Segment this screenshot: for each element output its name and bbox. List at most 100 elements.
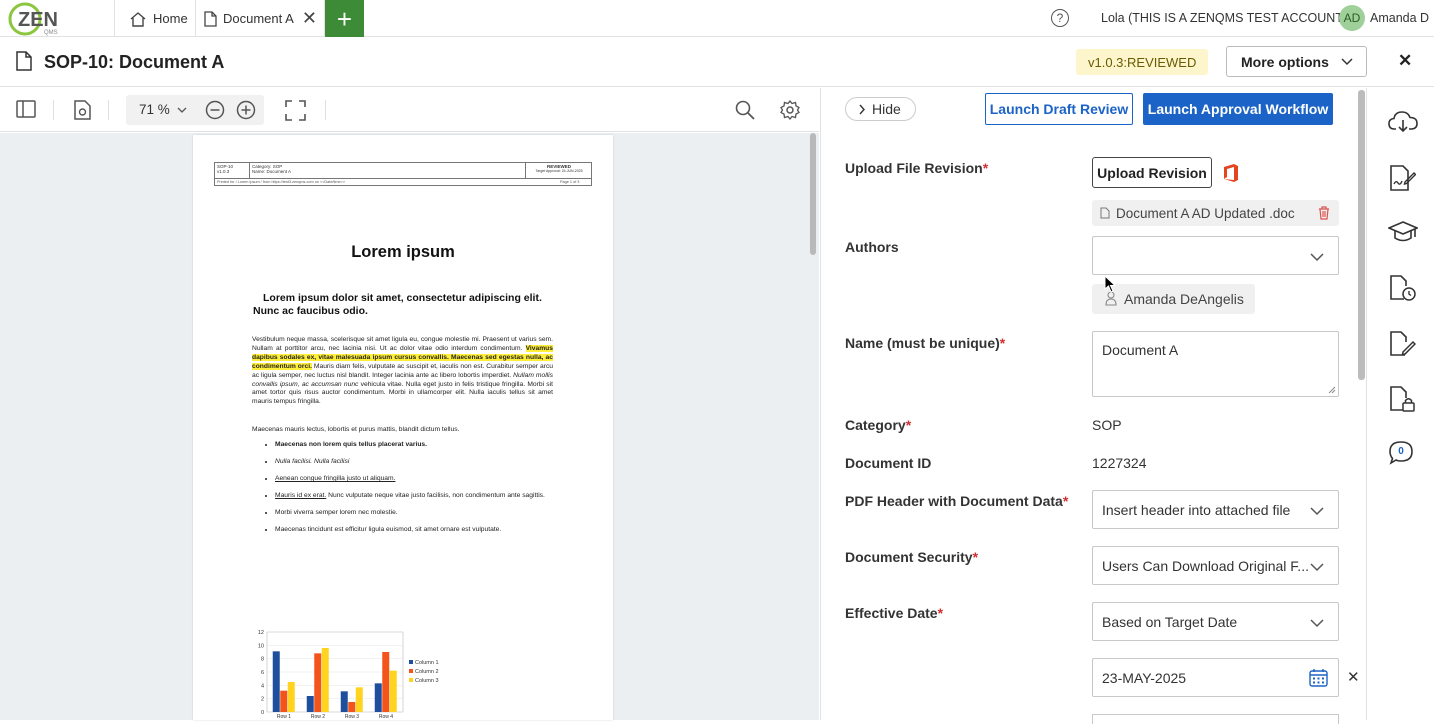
name-input[interactable]: Document A [1092,331,1339,397]
more-options-label: More options [1241,53,1329,70]
name-value: Document A [1102,342,1179,358]
file-name: Document A AD Updated .doc [1116,205,1295,221]
category-label: Category* [845,417,912,433]
top-bar: ZEN QMS Home Document A ✕ + ? Lola (THIS… [0,0,1434,37]
panel-scrollbar[interactable] [1357,88,1365,720]
chart-legend-label: Column 1 [415,660,439,666]
pdf-header-value: Insert header into attached file [1102,501,1291,518]
document-lock-icon[interactable] [1388,385,1416,413]
document-paragraph: Vestibulum neque massa, scelerisque sit … [252,336,553,407]
chart-xtick-label: Row 4 [379,714,393,720]
document-security-select[interactable]: Users Can Download Original F... [1092,546,1339,585]
chart-ytick-label: 12 [258,630,264,636]
hide-label: Hide [872,101,901,117]
account-name[interactable]: Lola (THIS IS A ZENQMS TEST ACCOUNT) [1101,11,1347,25]
clear-date-icon[interactable]: ✕ [1347,668,1360,686]
chart-ytick-label: 10 [258,643,264,649]
document-properties-panel: Hide Launch Draft Review Launch Approval… [820,88,1365,724]
file-icon [1100,207,1110,219]
page-settings-icon[interactable] [74,100,91,120]
document-list: Maecenas non lorem quis tellus placerat … [265,441,555,543]
chart-bar [280,690,288,712]
trash-icon[interactable] [1318,206,1330,220]
gear-icon[interactable] [780,100,800,120]
help-icon[interactable]: ? [1051,9,1069,27]
person-icon [1105,291,1117,306]
chevron-down-icon[interactable] [177,105,187,115]
chart-bar [382,652,390,712]
effective-date-select[interactable]: Based on Target Date [1092,602,1339,641]
chart-legend-swatch [409,660,413,664]
attached-file-chip[interactable]: Document A AD Updated .doc [1092,200,1339,226]
close-icon[interactable]: ✕ [1398,51,1412,71]
zenqms-logo[interactable]: ZEN QMS [8,2,66,36]
document-edit-icon[interactable] [1388,330,1416,358]
more-options-button[interactable]: More options [1226,46,1367,77]
list-item: Maecenas non lorem quis tellus placerat … [275,441,555,450]
chart-bar [306,696,314,712]
document-history-icon[interactable] [1388,274,1416,302]
comment-count: 0 [1398,446,1404,457]
effective-date-value: Based on Target Date [1102,613,1238,630]
viewer-toolbar: 71 % [0,88,819,132]
chart-ytick-label: 8 [261,657,264,663]
plus-icon: + [336,3,353,34]
new-tab-button[interactable]: + [325,0,364,37]
hide-button[interactable]: Hide [845,97,916,121]
mouse-cursor-icon [1104,275,1116,293]
chart-ytick-label: 6 [261,670,264,676]
document-signature-icon[interactable] [1388,164,1416,192]
list-item: Mauris id ex erat. Nunc vulputate neque … [275,492,555,501]
calendar-icon[interactable] [1309,668,1328,687]
effective-date-label: Effective Date* [845,605,944,621]
avatar[interactable]: AD [1339,5,1365,31]
fullscreen-icon[interactable] [285,100,306,121]
resize-grip-icon[interactable] [1328,386,1336,394]
logo-text: ZEN [18,9,58,31]
document-heading: Lorem ipsum [351,243,455,261]
chevron-down-icon [1310,507,1324,516]
pdf-header-select[interactable]: Insert header into attached file [1092,490,1339,529]
comments-icon[interactable]: 0 [1388,440,1414,466]
authors-select[interactable] [1092,236,1339,275]
pdf-header-label: PDF Header with Document Data* [845,493,1069,509]
header-name: Name: Document A [252,169,292,174]
zoom-out-icon[interactable] [205,100,225,120]
chart-legend-swatch [409,678,413,682]
chart-bar [287,682,295,712]
effective-date-input[interactable]: 23-MAY-2025 [1092,658,1339,697]
upload-revision-button[interactable]: Upload Revision [1092,157,1212,188]
name-label: Name (must be unique)* [845,335,1006,351]
sidebar-toggle-icon[interactable] [16,100,36,118]
embedded-bar-chart: 0 2 4 6 8 10 12 Row 1 Row 2 Row 3 Row 4 Column 1 Col… [258,630,439,720]
chart-xtick-label: Row 1 [277,714,291,720]
user-name[interactable]: Amanda D [1370,11,1429,25]
office-icon[interactable] [1222,163,1240,183]
chart-bar [389,670,397,712]
chart-bar [314,653,322,712]
list-item: Maecenas tincidunt est efficitur ligula … [275,526,555,535]
search-icon[interactable] [735,100,755,120]
chevron-down-icon [1310,563,1324,572]
pdf-header-table: SOP-10 v1.0.3 Category: SOP Name: Docume… [214,162,592,179]
author-chip[interactable]: Amanda DeAngelis [1092,284,1255,314]
chart-legend-label: Column 3 [415,678,439,684]
zoom-in-icon[interactable] [236,100,256,120]
launch-approval-workflow-button[interactable]: Launch Approval Workflow [1143,93,1333,125]
tab-home[interactable]: Home [114,0,196,37]
chart-bar [272,651,280,712]
status-badge: v1.0.3:REVIEWED [1076,49,1209,75]
header-version: v1.0.3 [217,169,230,174]
document-id-value: 1227324 [1092,455,1147,471]
tab-document-a[interactable]: Document A ✕ [196,0,325,37]
cloud-download-icon[interactable] [1388,110,1418,134]
list-item: Nulla facilisi. Nulla facilisi [275,458,555,467]
training-cap-icon[interactable] [1388,220,1418,244]
date-value: 23-MAY-2025 [1102,669,1187,686]
chart-bar [348,702,356,712]
viewer-scrollbar[interactable] [809,133,817,720]
launch-draft-review-button[interactable]: Launch Draft Review [985,93,1133,125]
next-field[interactable] [1092,714,1339,724]
tab-close-icon[interactable]: ✕ [302,8,317,29]
zoom-level[interactable]: 71 % [139,102,170,117]
